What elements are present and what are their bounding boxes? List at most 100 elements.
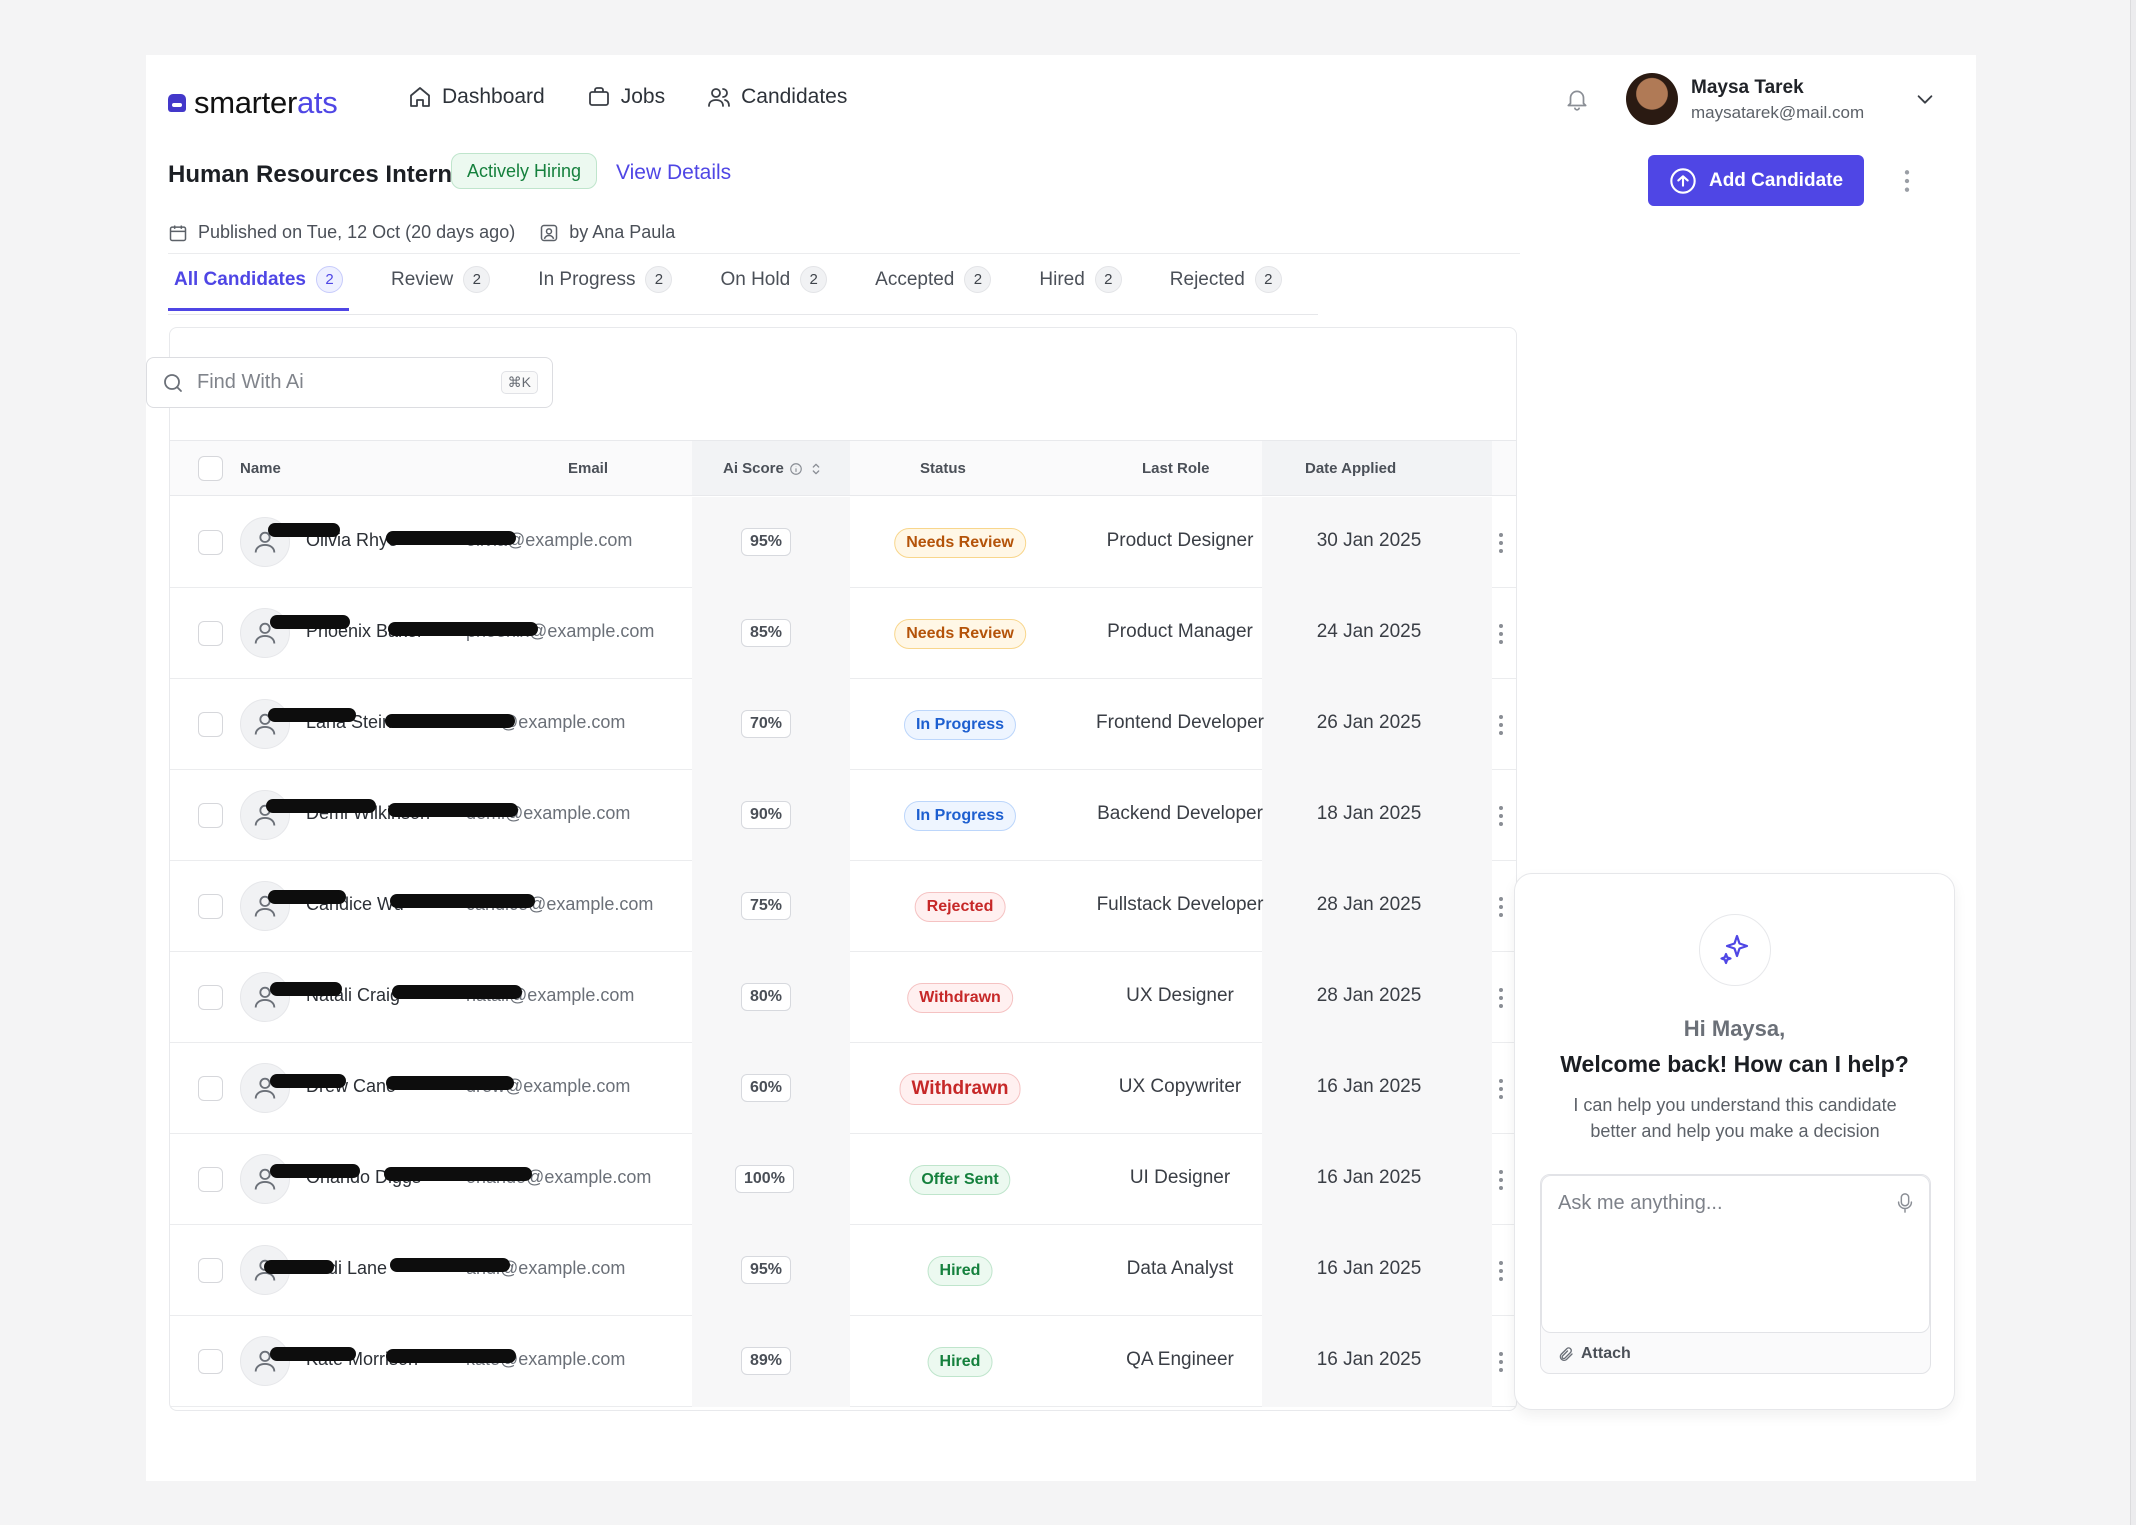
row-checkbox[interactable] [198, 1076, 223, 1101]
more-options-icon[interactable] [1497, 622, 1505, 646]
table-row[interactable]: Natali Craig natali@example.com 80% Withdra… [170, 952, 1516, 1043]
row-checkbox[interactable] [198, 1258, 223, 1283]
date-applied: 16 Jan 2025 [1316, 1258, 1422, 1279]
tab-in-progress[interactable]: In Progress 2 [532, 266, 678, 311]
status-badge: Hired [927, 1256, 993, 1286]
attach-button[interactable]: Attach [1557, 1345, 1631, 1363]
more-options-icon[interactable] [1497, 1077, 1505, 1101]
tab-label: All Candidates [174, 269, 306, 290]
date-applied: 16 Jan 2025 [1316, 1349, 1422, 1370]
table-row[interactable]: Orlando Diggs orlando@example.com 100% Offe… [170, 1134, 1516, 1225]
row-checkbox[interactable] [198, 621, 223, 646]
avatar[interactable] [240, 1336, 290, 1386]
avatar[interactable] [240, 972, 290, 1022]
last-role: Product Manager [1107, 621, 1253, 642]
tab-review[interactable]: Review 2 [385, 266, 496, 311]
nav-jobs[interactable]: Jobs [587, 85, 665, 109]
name-redaction [268, 708, 356, 722]
tab-label: Hired [1039, 269, 1085, 290]
more-options-icon[interactable] [1497, 1168, 1505, 1192]
main-nav: Dashboard Jobs Candidates [408, 85, 847, 109]
tab-on-hold[interactable]: On Hold 2 [714, 266, 833, 311]
home-icon [410, 87, 430, 107]
more-options-icon[interactable] [1497, 531, 1505, 555]
nav-dashboard[interactable]: Dashboard [408, 85, 545, 109]
email-redaction [386, 1076, 514, 1090]
header-ai-score[interactable]: Ai Score [723, 441, 824, 496]
tab-label: Accepted [875, 269, 955, 290]
row-checkbox[interactable] [198, 1167, 223, 1192]
ai-prompt-input[interactable] [1541, 1175, 1930, 1333]
tab-label: On Hold [720, 269, 791, 290]
row-checkbox[interactable] [198, 530, 223, 555]
candidates-table: Name Email Ai Score Status Last Role Dat… [169, 327, 1517, 1411]
table-row[interactable]: Lana Steiner lana@example.com 70% In Progre… [170, 679, 1516, 770]
email-redaction [384, 1167, 532, 1181]
chevron-down-icon[interactable] [1914, 88, 1936, 110]
view-details-link[interactable]: View Details [616, 161, 731, 185]
date-applied: 28 Jan 2025 [1316, 985, 1422, 1006]
name-redaction [270, 982, 342, 996]
header-name[interactable]: Name [240, 441, 281, 496]
brand-logo[interactable]: smarterats [168, 85, 338, 121]
table-row[interactable]: Kate Morrison kate@example.com 89% Hired QA … [170, 1316, 1516, 1407]
email-redaction [390, 894, 535, 908]
bell-icon[interactable] [1564, 86, 1590, 112]
row-checkbox[interactable] [198, 803, 223, 828]
more-options-icon[interactable] [1497, 1350, 1505, 1374]
avatar[interactable] [240, 790, 290, 840]
tab-all-candidates[interactable]: All Candidates 2 [168, 266, 349, 311]
more-options-icon[interactable] [1902, 168, 1912, 194]
name-redaction [268, 890, 346, 904]
header-status[interactable]: Status [920, 441, 966, 496]
table-row[interactable]: Candice Wu candice@example.com 75% Rejected… [170, 861, 1516, 952]
table-row[interactable]: Demi Wilkinson demi@example.com 90% In Prog… [170, 770, 1516, 861]
header-email[interactable]: Email [568, 441, 608, 496]
user-avatar[interactable] [1626, 73, 1678, 125]
avatar[interactable] [240, 699, 290, 749]
table-row[interactable]: Andi Lane andi@example.com 95% Hired Data An… [170, 1225, 1516, 1316]
nav-candidates[interactable]: Candidates [707, 85, 847, 109]
search-bar[interactable]: ⌘K [146, 357, 553, 408]
more-options-icon[interactable] [1497, 713, 1505, 737]
table-row[interactable]: Olivia Rhye olivia@example.com 95% Needs Re… [170, 497, 1516, 588]
user-square-icon [540, 224, 558, 241]
row-checkbox[interactable] [198, 894, 223, 919]
tab-rejected[interactable]: Rejected 2 [1164, 266, 1288, 311]
row-checkbox[interactable] [198, 1349, 223, 1374]
row-checkbox[interactable] [198, 712, 223, 737]
page-edge [2130, 0, 2136, 1525]
status-badge: Needs Review [894, 619, 1026, 649]
table-row[interactable]: Phoenix Baker phoenix@example.com 85% Needs… [170, 588, 1516, 679]
header-date-applied[interactable]: Date Applied [1305, 441, 1396, 496]
email-redaction [392, 985, 522, 999]
candidate-tabs: All Candidates 2 Review 2 In Progress 2 On Hol… [168, 266, 1324, 311]
avatar[interactable] [240, 1063, 290, 1113]
status-badge: Withdrawn [899, 1073, 1021, 1105]
tab-count: 2 [463, 266, 491, 293]
tab-hired[interactable]: Hired 2 [1033, 266, 1127, 311]
ai-score-badge: 89% [741, 1347, 792, 1375]
select-all-checkbox[interactable] [198, 456, 223, 481]
users-icon [708, 88, 730, 107]
tab-count: 2 [1254, 266, 1282, 293]
search-input[interactable] [197, 371, 489, 394]
table-row[interactable]: Drew Cano drew@example.com 60% Withdrawn UX … [170, 1043, 1516, 1134]
more-options-icon[interactable] [1497, 895, 1505, 919]
more-options-icon[interactable] [1497, 1259, 1505, 1283]
more-options-icon[interactable] [1497, 986, 1505, 1010]
tab-label: Review [390, 269, 454, 290]
avatar[interactable] [240, 881, 290, 931]
status-badge: Offer Sent [909, 1165, 1011, 1195]
sort-icon[interactable] [808, 461, 824, 477]
user-name: Maysa Tarek [1691, 77, 1804, 98]
more-options-icon[interactable] [1497, 804, 1505, 828]
header-last-role[interactable]: Last Role [1142, 441, 1210, 496]
tab-accepted[interactable]: Accepted 2 [869, 266, 997, 311]
row-checkbox[interactable] [198, 985, 223, 1010]
avatar[interactable] [240, 1154, 290, 1204]
email-redaction [388, 803, 518, 817]
microphone-icon[interactable] [1896, 1192, 1914, 1214]
add-candidate-button[interactable]: Add Candidate [1648, 155, 1864, 206]
last-role: Fullstack Developer [1096, 894, 1264, 915]
